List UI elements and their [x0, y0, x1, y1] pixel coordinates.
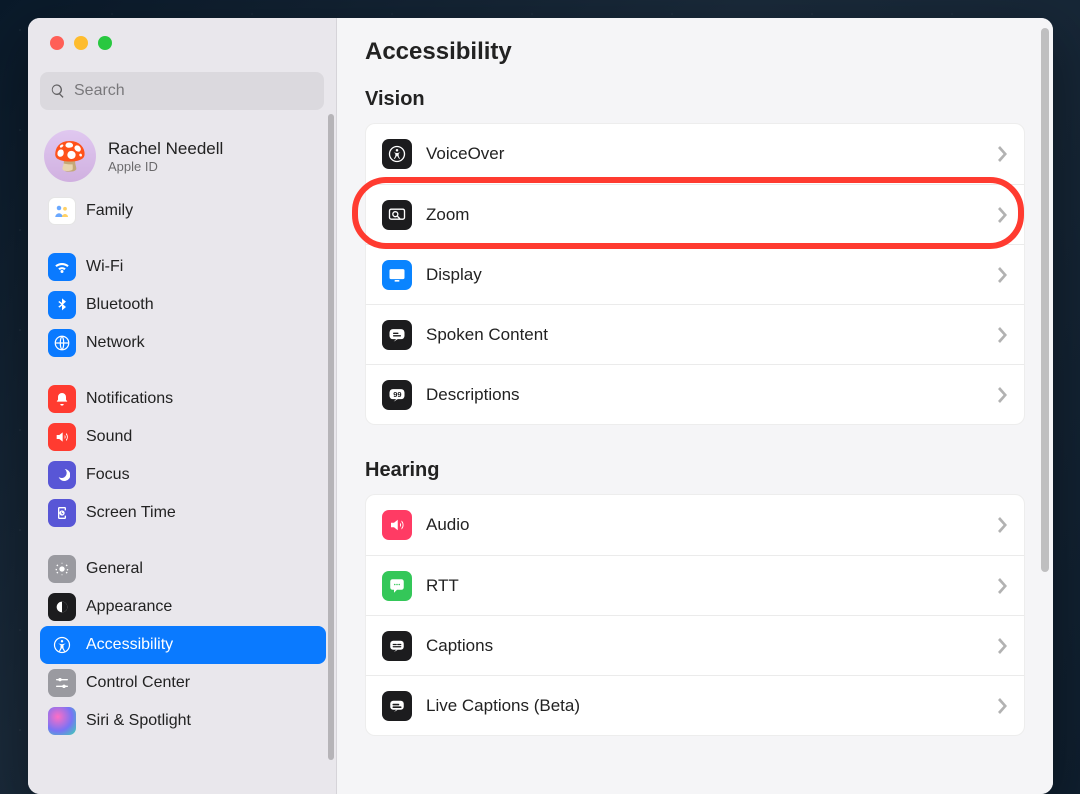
voiceover-icon — [382, 139, 412, 169]
sidebar-item-label: Notifications — [86, 390, 173, 408]
search-input[interactable] — [74, 82, 314, 100]
chevron-right-icon — [998, 387, 1008, 403]
sidebar-item-screen-time[interactable]: Screen Time — [40, 494, 326, 532]
display-icon — [382, 260, 412, 290]
row-spoken-content[interactable]: Spoken Content — [366, 304, 1024, 364]
account-subtitle: Apple ID — [108, 159, 223, 174]
accessibility-icon — [48, 631, 76, 659]
minimize-button[interactable] — [74, 36, 88, 50]
search-field-container[interactable] — [40, 72, 324, 110]
sidebar-item-general[interactable]: General — [40, 550, 326, 588]
window-controls — [28, 18, 336, 60]
section-title-vision: Vision — [365, 88, 1025, 111]
account-name: Rachel Needell — [108, 139, 223, 159]
close-button[interactable] — [50, 36, 64, 50]
row-voiceover[interactable]: VoiceOver — [366, 124, 1024, 184]
siri-icon — [48, 707, 76, 735]
sidebar-item-sound[interactable]: Sound — [40, 418, 326, 456]
sidebar-list: 🍄 Rachel Needell Apple ID Family Wi-Fi — [28, 118, 336, 752]
rtt-icon — [382, 571, 412, 601]
chevron-right-icon — [998, 517, 1008, 533]
family-icon — [48, 197, 76, 225]
sidebar-item-label: General — [86, 560, 143, 578]
sidebar-item-label: Accessibility — [86, 636, 173, 654]
chevron-right-icon — [998, 578, 1008, 594]
row-label: Captions — [426, 636, 984, 656]
sidebar-item-family[interactable]: Family — [40, 192, 326, 230]
fullscreen-button[interactable] — [98, 36, 112, 50]
sidebar-item-wifi[interactable]: Wi-Fi — [40, 248, 326, 286]
live-captions-icon — [382, 691, 412, 721]
row-label: RTT — [426, 576, 984, 596]
sidebar: 🍄 Rachel Needell Apple ID Family Wi-Fi — [28, 18, 337, 794]
sidebar-item-label: Focus — [86, 466, 130, 484]
sidebar-item-network[interactable]: Network — [40, 324, 326, 362]
sidebar-item-label: Siri & Spotlight — [86, 712, 191, 730]
sidebar-item-appearance[interactable]: Appearance — [40, 588, 326, 626]
screen-time-icon — [48, 499, 76, 527]
sidebar-item-label: Sound — [86, 428, 132, 446]
sidebar-item-focus[interactable]: Focus — [40, 456, 326, 494]
sidebar-item-label: Control Center — [86, 674, 190, 692]
svg-text:99: 99 — [393, 390, 401, 399]
chevron-right-icon — [998, 327, 1008, 343]
chevron-right-icon — [998, 207, 1008, 223]
appearance-icon — [48, 593, 76, 621]
sidebar-item-siri-spotlight[interactable]: Siri & Spotlight — [40, 702, 326, 740]
row-label: Descriptions — [426, 385, 984, 405]
sidebar-item-account[interactable]: 🍄 Rachel Needell Apple ID — [40, 124, 326, 192]
row-display[interactable]: Display — [366, 244, 1024, 304]
sidebar-item-notifications[interactable]: Notifications — [40, 380, 326, 418]
avatar: 🍄 — [44, 130, 96, 182]
row-label: Spoken Content — [426, 325, 984, 345]
row-zoom[interactable]: Zoom — [366, 184, 1024, 244]
control-center-icon — [48, 669, 76, 697]
sidebar-item-label: Family — [86, 202, 133, 220]
wifi-icon — [48, 253, 76, 281]
row-descriptions[interactable]: 99 Descriptions — [366, 364, 1024, 424]
captions-icon — [382, 631, 412, 661]
search-icon — [50, 83, 66, 99]
row-live-captions[interactable]: Live Captions (Beta) — [366, 675, 1024, 735]
row-rtt[interactable]: RTT — [366, 555, 1024, 615]
sidebar-item-control-center[interactable]: Control Center — [40, 664, 326, 702]
page-title: Accessibility — [365, 38, 1025, 66]
sidebar-item-bluetooth[interactable]: Bluetooth — [40, 286, 326, 324]
chevron-right-icon — [998, 146, 1008, 162]
row-audio[interactable]: Audio — [366, 495, 1024, 555]
chevron-right-icon — [998, 698, 1008, 714]
section-title-hearing: Hearing — [365, 459, 1025, 482]
sound-icon — [48, 423, 76, 451]
main-content: Accessibility Vision VoiceOver Zoom — [337, 18, 1053, 794]
row-label: VoiceOver — [426, 144, 984, 164]
audio-icon — [382, 510, 412, 540]
chevron-right-icon — [998, 638, 1008, 654]
sidebar-item-accessibility[interactable]: Accessibility — [40, 626, 326, 664]
row-label: Audio — [426, 515, 984, 535]
general-icon — [48, 555, 76, 583]
sidebar-item-label: Network — [86, 334, 145, 352]
row-label: Display — [426, 265, 984, 285]
row-captions[interactable]: Captions — [366, 615, 1024, 675]
sidebar-item-label: Appearance — [86, 598, 172, 616]
main-scrollbar[interactable] — [1041, 28, 1049, 784]
sidebar-item-label: Bluetooth — [86, 296, 154, 314]
zoom-icon — [382, 200, 412, 230]
row-label: Live Captions (Beta) — [426, 696, 984, 716]
chevron-right-icon — [998, 267, 1008, 283]
spoken-content-icon — [382, 320, 412, 350]
focus-icon — [48, 461, 76, 489]
bluetooth-icon — [48, 291, 76, 319]
hearing-card: Audio RTT Captions — [365, 494, 1025, 736]
vision-card: VoiceOver Zoom Display — [365, 123, 1025, 425]
notifications-icon — [48, 385, 76, 413]
sidebar-scrollbar[interactable] — [328, 114, 334, 760]
network-icon — [48, 329, 76, 357]
sidebar-item-label: Wi-Fi — [86, 258, 123, 276]
sidebar-item-label: Screen Time — [86, 504, 176, 522]
row-label: Zoom — [426, 205, 984, 225]
descriptions-icon: 99 — [382, 380, 412, 410]
settings-window: 🍄 Rachel Needell Apple ID Family Wi-Fi — [28, 18, 1053, 794]
